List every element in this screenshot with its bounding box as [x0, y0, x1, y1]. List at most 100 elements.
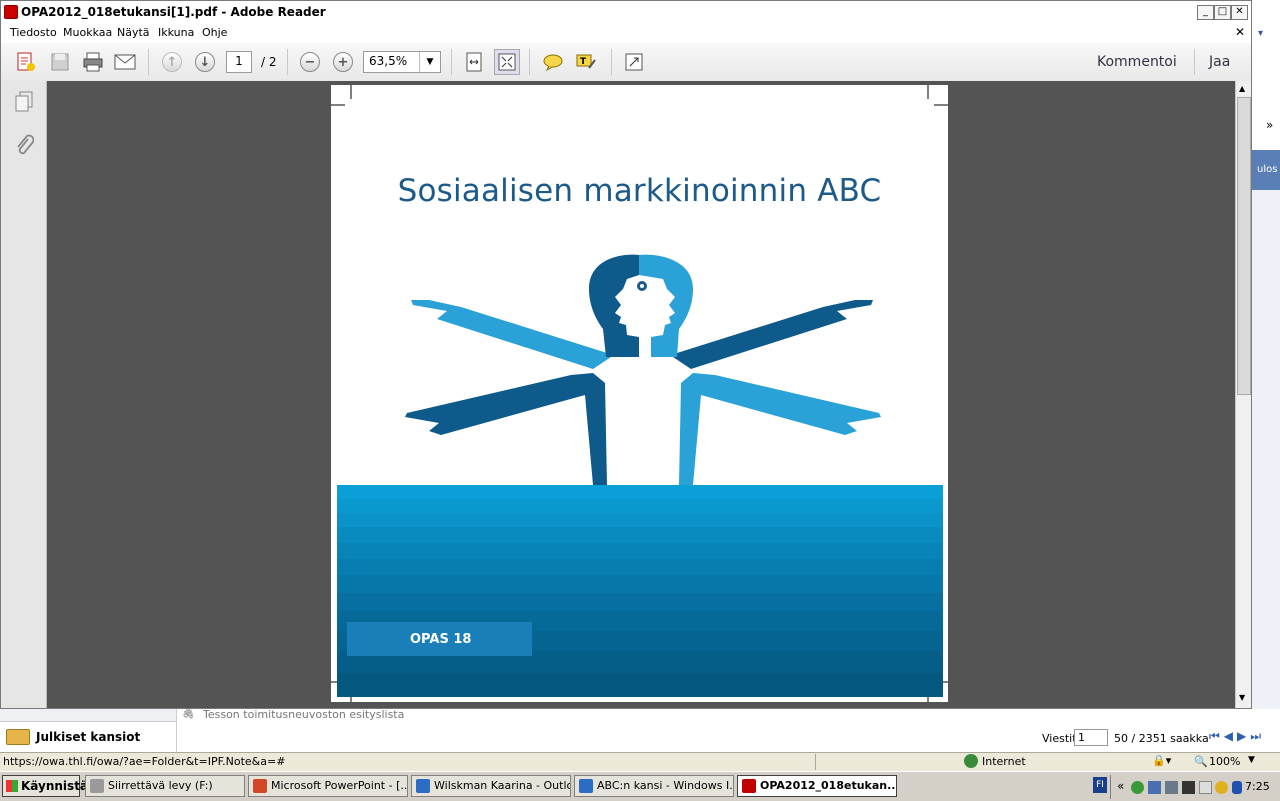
- separator: [451, 49, 452, 75]
- fit-width-icon[interactable]: [494, 49, 520, 75]
- task-outlook[interactable]: Wilskman Kaarina - Outlo...: [411, 775, 571, 797]
- task-adobe-reader[interactable]: OPA2012_018etukan...: [737, 775, 897, 797]
- status-panels: [815, 754, 961, 770]
- page-number-input[interactable]: 1: [226, 51, 252, 73]
- zoom-icon[interactable]: 🔍: [1194, 755, 1208, 768]
- task-label: OPA2012_018etukan...: [760, 779, 897, 792]
- security-icon[interactable]: [1215, 781, 1228, 794]
- expand-icon[interactable]: [621, 49, 647, 75]
- menu-file[interactable]: Tiedosto: [10, 26, 57, 39]
- status-url: https://owa.thl.fi/owa/?ae=Folder&t=IPF.…: [3, 755, 286, 768]
- adobe-reader-window: OPA2012_018etukansi[1].pdf - Adobe Reade…: [0, 0, 1252, 709]
- public-folders-item[interactable]: Julkiset kansiot: [0, 721, 176, 754]
- zoom-out-button[interactable]: −: [297, 49, 323, 75]
- logout-area[interactable]: ulos: [1252, 150, 1280, 190]
- task-label: ABC:n kansi - Windows I...: [597, 779, 734, 792]
- close-document-icon[interactable]: ✕: [1235, 25, 1245, 39]
- drive-icon: [90, 779, 104, 793]
- menu-view[interactable]: Näytä: [117, 26, 150, 39]
- cover-illustration: [405, 254, 881, 485]
- arrow-up-icon: ↑: [162, 52, 182, 72]
- previous-page-button[interactable]: ↑: [159, 49, 185, 75]
- minimize-button[interactable]: _: [1197, 5, 1214, 20]
- wave-bands: [337, 485, 943, 697]
- cover-title: Sosiaalisen markkinoinnin ABC: [397, 173, 882, 209]
- globe-icon: [964, 754, 978, 768]
- language-indicator[interactable]: FI: [1093, 777, 1107, 793]
- zoom-select[interactable]: 63,5% ▼: [363, 51, 441, 73]
- title-bar: OPA2012_018etukansi[1].pdf - Adobe Reade…: [1, 1, 1251, 23]
- tray-expand-icon[interactable]: «: [1117, 779, 1124, 793]
- scroll-up-icon[interactable]: ▲: [1239, 84, 1245, 93]
- close-button[interactable]: ✕: [1231, 5, 1248, 20]
- zoom-in-button[interactable]: +: [330, 49, 356, 75]
- save-icon[interactable]: [47, 49, 73, 75]
- window-title: OPA2012_018etukansi[1].pdf - Adobe Reade…: [21, 5, 326, 19]
- network-status-icon[interactable]: [1148, 781, 1161, 794]
- pages-icon[interactable]: [14, 91, 34, 116]
- page-total: / 2: [261, 55, 277, 69]
- start-label: Käynnistä: [21, 779, 89, 793]
- ie-icon: [579, 779, 593, 793]
- background-window-edge: ▾ » ulos: [1251, 0, 1280, 720]
- share-tab[interactable]: Jaa: [1209, 54, 1230, 70]
- task-windows-explorer[interactable]: ABC:n kansi - Windows I...: [574, 775, 734, 797]
- separator: [529, 49, 530, 75]
- attachment-icon: 🖇: [182, 709, 195, 720]
- display-icon[interactable]: [1182, 781, 1195, 794]
- comment-tab[interactable]: Kommentoi: [1097, 54, 1177, 70]
- dropdown-arrow-icon[interactable]: ▾: [1258, 28, 1263, 39]
- svg-text:T: T: [580, 57, 587, 67]
- messages-input[interactable]: 1: [1074, 729, 1108, 746]
- highlight-icon[interactable]: T: [573, 49, 599, 75]
- minus-icon: −: [300, 52, 320, 72]
- chevron-down-icon[interactable]: ▼: [1248, 755, 1255, 765]
- clock: 7:25: [1245, 780, 1270, 793]
- pager-arrows-icon[interactable]: ⏮◀▶⏭: [1209, 729, 1265, 744]
- maximize-button[interactable]: □: [1214, 5, 1231, 20]
- powerpoint-icon: [253, 779, 267, 793]
- task-removable-drive[interactable]: Siirrettävä levy (F:): [85, 775, 245, 797]
- network-globe-icon[interactable]: [1131, 781, 1144, 794]
- plus-icon: +: [333, 52, 353, 72]
- print-icon[interactable]: [80, 49, 106, 75]
- menu-help[interactable]: Ohje: [202, 26, 227, 39]
- menu-edit[interactable]: Muokkaa: [63, 26, 112, 39]
- scroll-thumb[interactable]: [1237, 97, 1251, 395]
- zone-label: Internet: [982, 755, 1026, 768]
- comment-icon[interactable]: [540, 49, 566, 75]
- email-icon[interactable]: [112, 49, 138, 75]
- navigation-panel: [1, 81, 47, 708]
- folder-icon: [6, 729, 30, 745]
- range-text: 50 / 2351 saakka: [1114, 732, 1209, 745]
- vertical-scrollbar[interactable]: ▲ ▼: [1235, 81, 1251, 708]
- separator: [148, 49, 149, 75]
- connection-icon[interactable]: [1165, 781, 1178, 794]
- scroll-down-icon[interactable]: ▼: [1239, 693, 1245, 702]
- browser-zoom[interactable]: 100%: [1209, 755, 1240, 768]
- start-button[interactable]: Käynnistä: [2, 775, 88, 797]
- task-label: Microsoft PowerPoint - [...: [271, 779, 408, 792]
- message-subject[interactable]: Tesson toimitusneuvoston esityslista: [203, 708, 404, 721]
- volume-icon[interactable]: [1232, 781, 1242, 794]
- pdf-page: Sosiaalisen markkinoinnin ABC OPAS 18: [331, 85, 948, 702]
- document-icon[interactable]: [1199, 781, 1212, 794]
- protected-mode-icon[interactable]: 🔒▾: [1152, 754, 1171, 767]
- menu-window[interactable]: Ikkuna: [158, 26, 194, 39]
- separator: [1194, 49, 1195, 75]
- pdf-icon: [4, 5, 18, 19]
- chevron-right-icon[interactable]: »: [1266, 118, 1273, 132]
- create-pdf-icon[interactable]: [13, 49, 39, 75]
- task-label: Wilskman Kaarina - Outlo...: [434, 779, 571, 792]
- toolbar: ↑ ↓ 1 / 2 − + 63,5% ▼ T Kommentoi Jaa: [1, 43, 1251, 82]
- fit-page-icon[interactable]: [461, 49, 487, 75]
- taskbar: Käynnistä Siirrettävä levy (F:) Microsof…: [0, 771, 1280, 801]
- pdf-icon: [742, 779, 756, 793]
- attachments-icon[interactable]: [14, 133, 35, 160]
- chevron-down-icon[interactable]: ▼: [419, 52, 440, 72]
- task-label: Siirrettävä levy (F:): [108, 779, 213, 792]
- messages-label: Viestit: [1042, 732, 1077, 745]
- next-page-button[interactable]: ↓: [192, 49, 218, 75]
- series-badge: OPAS 18: [347, 622, 532, 656]
- task-powerpoint[interactable]: Microsoft PowerPoint - [...: [248, 775, 408, 797]
